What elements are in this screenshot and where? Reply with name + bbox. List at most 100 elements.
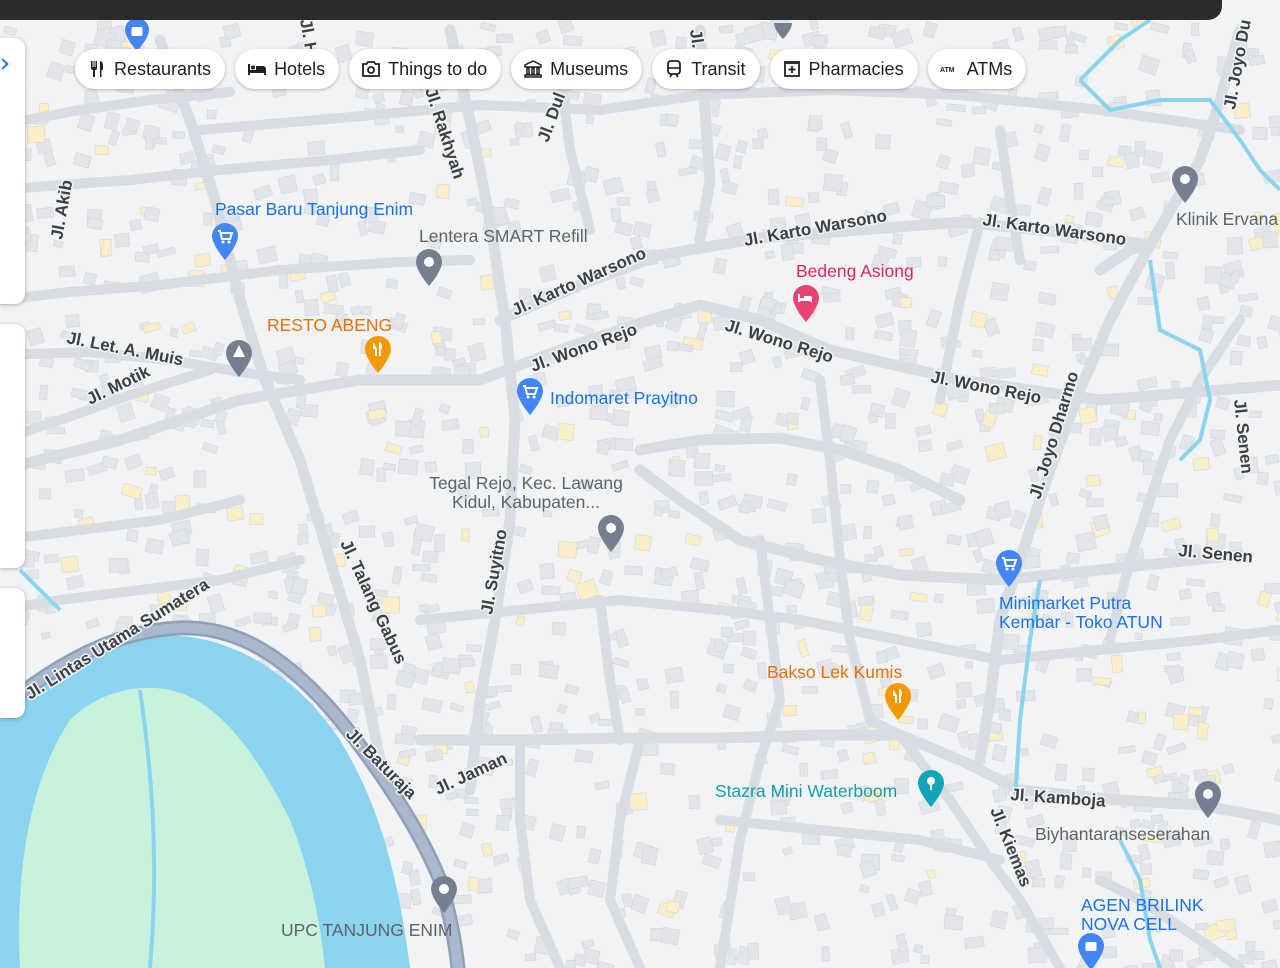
chip-label: Pharmacies bbox=[808, 58, 904, 79]
building bbox=[786, 411, 800, 426]
building bbox=[845, 327, 855, 341]
chip-things-to-do[interactable]: Things to do bbox=[349, 49, 502, 89]
building bbox=[1082, 767, 1095, 782]
expand-arrow-icon[interactable] bbox=[0, 58, 9, 70]
place-pin-icon[interactable] bbox=[596, 515, 626, 553]
worship-pin-icon[interactable] bbox=[224, 340, 254, 378]
building bbox=[614, 437, 634, 451]
building bbox=[1020, 747, 1030, 757]
building bbox=[1256, 471, 1270, 486]
chip-museums[interactable]: Museums bbox=[511, 49, 643, 89]
chip-label: Museums bbox=[550, 58, 629, 79]
place-label-bakso[interactable]: Bakso Lek Kumis bbox=[767, 663, 902, 682]
building bbox=[647, 180, 657, 191]
place-label-pasar-baru[interactable]: Pasar Baru Tanjung Enim bbox=[215, 200, 413, 219]
building bbox=[960, 163, 976, 178]
building bbox=[461, 528, 470, 542]
map-canvas[interactable]: Jl. Akib Jl. Hotel Jl. Rakhyah Jl. Dul J… bbox=[0, 0, 1280, 968]
building bbox=[479, 274, 495, 291]
place-label-agen-brilink[interactable]: AGEN BRILINK NOVA CELL bbox=[1081, 896, 1204, 934]
place-label-line: AGEN BRILINK bbox=[1081, 895, 1204, 915]
building bbox=[694, 471, 714, 486]
chip-pharmacies[interactable]: Pharmacies bbox=[769, 49, 918, 89]
building bbox=[311, 604, 327, 618]
chip-restaurants[interactable]: Restaurants bbox=[75, 49, 226, 89]
building bbox=[306, 140, 326, 156]
place-label-minimarket[interactable]: Minimarket Putra Kembar - Toko ATUN bbox=[999, 594, 1163, 632]
shopping-pin-icon[interactable] bbox=[1076, 933, 1106, 968]
building bbox=[1126, 710, 1139, 724]
building bbox=[917, 718, 928, 730]
building bbox=[747, 942, 760, 960]
building bbox=[899, 297, 913, 308]
building bbox=[525, 953, 537, 961]
place-label-biyhantaran[interactable]: Biyhantaranseserahan bbox=[1035, 825, 1210, 844]
place-label-stazra[interactable]: Stazra Mini Waterboom bbox=[715, 782, 897, 801]
building bbox=[50, 427, 66, 435]
park-pin-icon[interactable] bbox=[916, 770, 946, 808]
cart-pin-icon[interactable] bbox=[210, 223, 240, 261]
building bbox=[1205, 591, 1222, 607]
building bbox=[1079, 149, 1089, 161]
building bbox=[277, 174, 299, 195]
building bbox=[865, 479, 880, 494]
place-pin-icon[interactable] bbox=[768, 18, 798, 40]
building bbox=[551, 621, 567, 636]
building bbox=[358, 525, 376, 538]
hotel-pin-icon[interactable] bbox=[791, 285, 821, 323]
building bbox=[128, 218, 143, 232]
shopping-pin-icon[interactable] bbox=[122, 18, 152, 52]
building bbox=[249, 513, 264, 525]
place-label-line: NOVA CELL bbox=[1081, 914, 1177, 934]
building bbox=[1164, 261, 1176, 280]
building bbox=[1212, 316, 1225, 325]
building bbox=[666, 340, 680, 352]
restaurant-pin-icon[interactable] bbox=[883, 683, 913, 721]
building bbox=[82, 271, 98, 286]
building bbox=[1086, 498, 1104, 508]
place-pin-icon[interactable] bbox=[1193, 781, 1223, 819]
side-panel-section-2[interactable] bbox=[0, 324, 25, 568]
place-label-lentera[interactable]: Lentera SMART Refill bbox=[419, 227, 588, 246]
chip-transit[interactable]: Transit bbox=[652, 49, 760, 89]
place-label-tegal-rejo[interactable]: Tegal Rejo, Kec. Lawang Kidul, Kabupaten… bbox=[422, 474, 630, 512]
building bbox=[1059, 853, 1073, 870]
building bbox=[1065, 552, 1081, 565]
building bbox=[189, 350, 203, 358]
building bbox=[1272, 919, 1280, 930]
restaurant-pin-icon[interactable] bbox=[363, 336, 393, 374]
building bbox=[675, 36, 688, 50]
side-panel-section-3[interactable] bbox=[0, 588, 25, 718]
fork-knife-icon bbox=[91, 61, 103, 77]
building bbox=[1110, 654, 1124, 673]
building bbox=[1050, 927, 1069, 936]
place-label-klinik[interactable]: Klinik Ervana bbox=[1176, 210, 1278, 229]
place-pin-icon[interactable] bbox=[1170, 166, 1200, 204]
place-label-line: Minimarket Putra bbox=[999, 593, 1132, 613]
place-label-upc[interactable]: UPC TANJUNG ENIM bbox=[281, 921, 452, 940]
place-pin-icon[interactable] bbox=[414, 249, 444, 287]
building bbox=[989, 909, 1009, 930]
cart-pin-icon[interactable] bbox=[515, 378, 545, 416]
building bbox=[1196, 296, 1211, 312]
building bbox=[996, 367, 1016, 379]
chip-hotels[interactable]: Hotels bbox=[235, 49, 340, 89]
building bbox=[720, 626, 734, 638]
side-panel-collapsed[interactable] bbox=[0, 38, 25, 304]
building bbox=[971, 106, 987, 115]
chip-atms[interactable]: ATM ATMs bbox=[927, 49, 1027, 89]
building bbox=[1206, 527, 1219, 542]
building bbox=[769, 799, 788, 816]
place-label-indomaret[interactable]: Indomaret Prayitno bbox=[550, 389, 698, 408]
building bbox=[144, 492, 160, 510]
building bbox=[739, 500, 752, 514]
museum-icon bbox=[524, 60, 542, 78]
building bbox=[933, 593, 944, 604]
building bbox=[267, 590, 279, 600]
place-label-resto-abeng[interactable]: RESTO ABENG bbox=[267, 316, 392, 335]
building bbox=[649, 29, 667, 48]
place-label-bedeng-asiong[interactable]: Bedeng Asiong bbox=[796, 262, 914, 281]
place-pin-icon[interactable] bbox=[429, 876, 459, 914]
cart-pin-icon[interactable] bbox=[994, 550, 1024, 588]
building bbox=[194, 253, 212, 268]
